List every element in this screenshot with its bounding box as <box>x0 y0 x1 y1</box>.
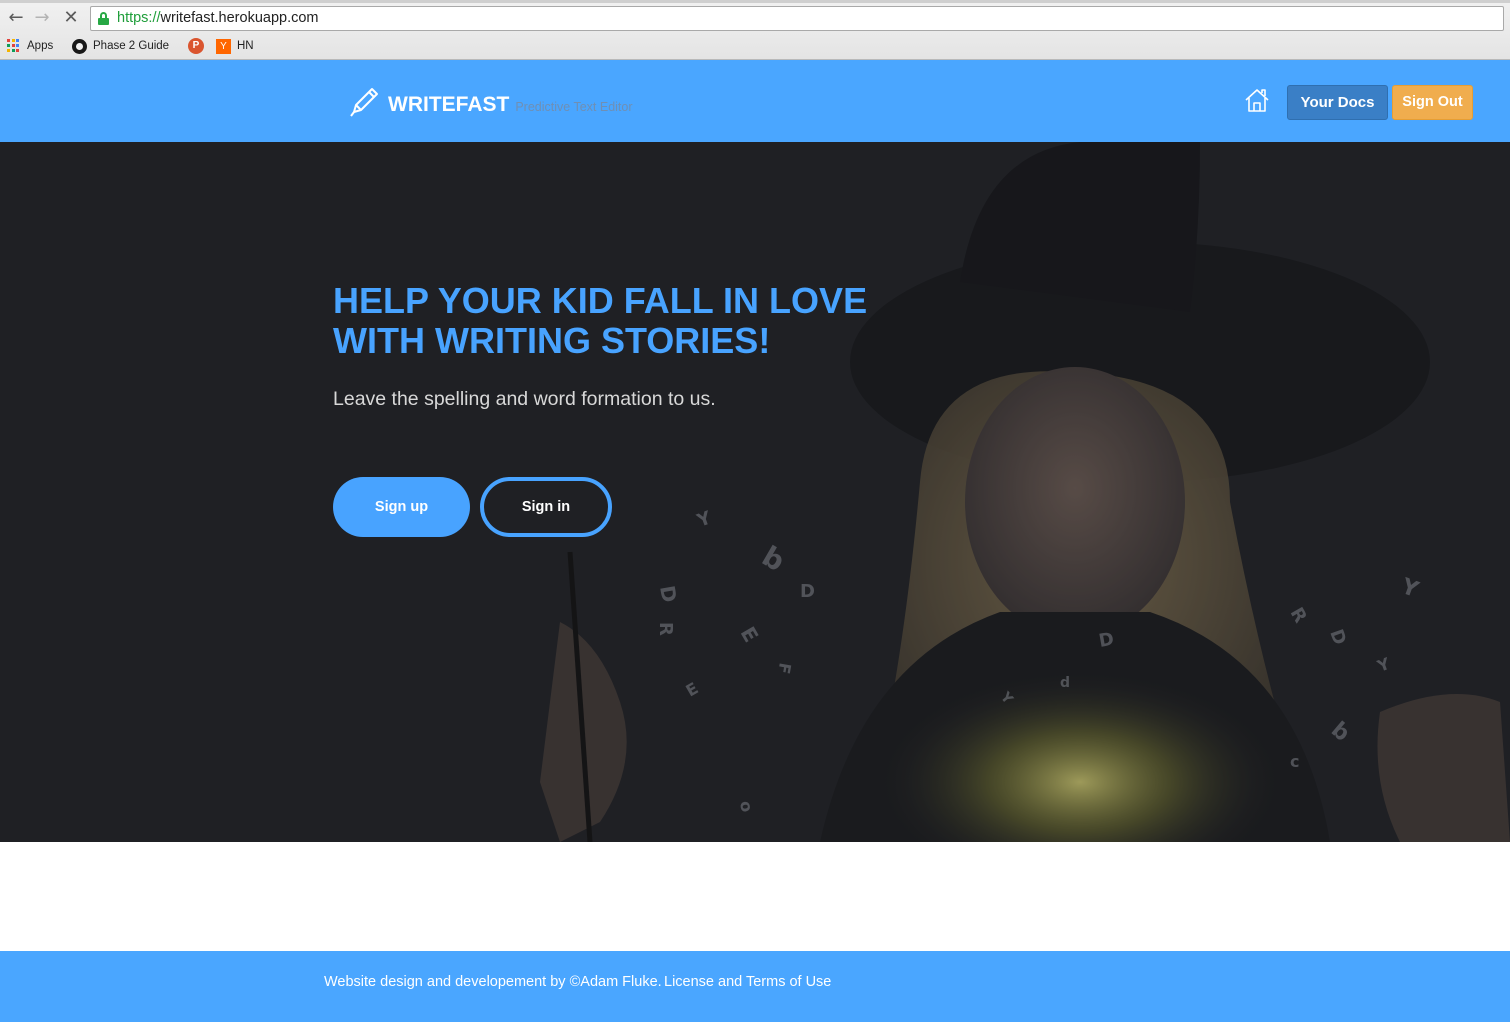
brand-tagline: Predictive Text Editor <box>515 100 633 114</box>
your-docs-button[interactable]: Your Docs <box>1287 85 1388 120</box>
browser-toolbar: ← → ✕ https://writefast.herokuapp.com <box>0 4 1510 32</box>
sign-out-button[interactable]: Sign Out <box>1392 85 1473 120</box>
forward-arrow-icon[interactable]: → <box>32 8 52 28</box>
sign-in-button[interactable]: Sign in <box>480 477 612 537</box>
bookmark-producthunt[interactable]: P <box>188 38 204 54</box>
address-bar[interactable]: https://writefast.herokuapp.com <box>90 6 1504 31</box>
pencil-icon <box>350 88 378 117</box>
sign-up-button[interactable]: Sign up <box>333 477 470 537</box>
bookmark-hn[interactable]: Y HN <box>216 38 254 54</box>
hero-title: HELP YOUR KID FALL IN LOVE WITH WRITING … <box>333 281 953 361</box>
back-arrow-icon[interactable]: ← <box>6 8 26 28</box>
footer-credit: Website design and developement by ©Adam… <box>324 974 662 990</box>
site-footer: Website design and developement by ©Adam… <box>0 951 1510 1022</box>
stop-icon[interactable]: ✕ <box>61 8 81 28</box>
browser-chrome: ← → ✕ https://writefast.herokuapp.com Ap… <box>0 0 1510 60</box>
brand-logo[interactable]: WRITEFAST Predictive Text Editor <box>348 86 633 118</box>
license-link[interactable]: License and Terms of Use <box>664 974 831 990</box>
hero-title-line1: HELP YOUR KID FALL IN LOVE <box>333 280 868 321</box>
bookmark-label: Apps <box>27 40 54 52</box>
hero-title-line2: WITH WRITING STORIES! <box>333 320 771 361</box>
bookmarks-bar: Apps Phase 2 Guide P Y HN <box>0 35 1510 57</box>
hero-background-image: b Y D D E R F E Y R D Y b D d o c Y <box>0 142 1510 842</box>
site-header: WRITEFAST Predictive Text Editor Your Do… <box>0 60 1510 142</box>
ycombinator-icon: Y <box>216 38 231 54</box>
hero-subtitle: Leave the spelling and word formation to… <box>333 388 716 410</box>
github-icon <box>72 38 87 54</box>
bookmark-label: HN <box>237 40 254 52</box>
address-url[interactable]: https://writefast.herokuapp.com <box>117 10 319 26</box>
bookmark-apps[interactable]: Apps <box>7 38 53 54</box>
home-icon[interactable] <box>1244 87 1270 113</box>
lock-icon <box>98 12 109 25</box>
bookmark-phase-2-guide[interactable]: Phase 2 Guide <box>72 38 169 54</box>
hero-section: b Y D D E R F E Y R D Y b D d o c Y HELP… <box>0 142 1510 842</box>
apps-grid-icon <box>7 39 21 53</box>
brand-name: WRITEFAST <box>388 93 510 116</box>
producthunt-icon: P <box>188 38 204 54</box>
bookmark-label: Phase 2 Guide <box>93 40 170 52</box>
tab-strip <box>0 0 1510 3</box>
